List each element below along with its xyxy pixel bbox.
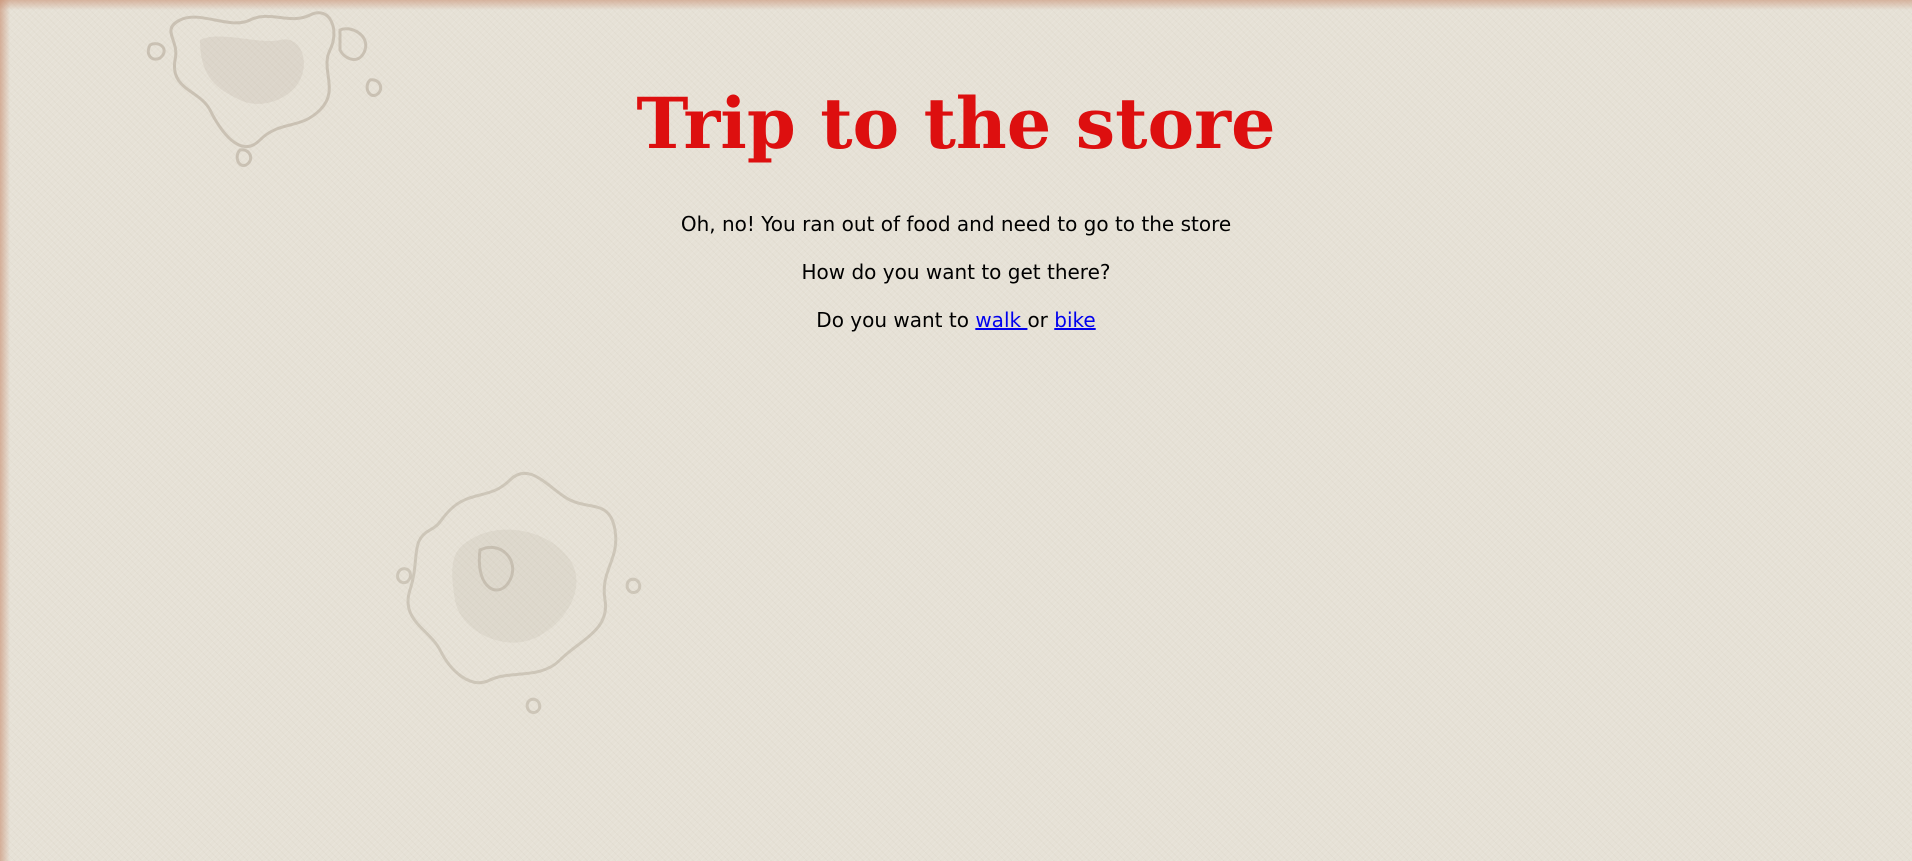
bike-link[interactable]: bike <box>1054 308 1095 332</box>
walk-link[interactable]: walk <box>975 308 1027 332</box>
choice-line: Do you want to walk or bike <box>0 306 1912 334</box>
intro-text: Oh, no! You ran out of food and need to … <box>680 212 1232 236</box>
page-content: Trip to the store Oh, no! You ran out of… <box>0 0 1912 334</box>
choice-prefix: Do you want to <box>816 308 976 332</box>
stain-decoration-bottom <box>396 471 642 714</box>
page-title: Trip to the store <box>636 82 1276 165</box>
question-text: How do you want to get there? <box>801 260 1111 284</box>
choice-separator: or <box>1027 308 1055 332</box>
